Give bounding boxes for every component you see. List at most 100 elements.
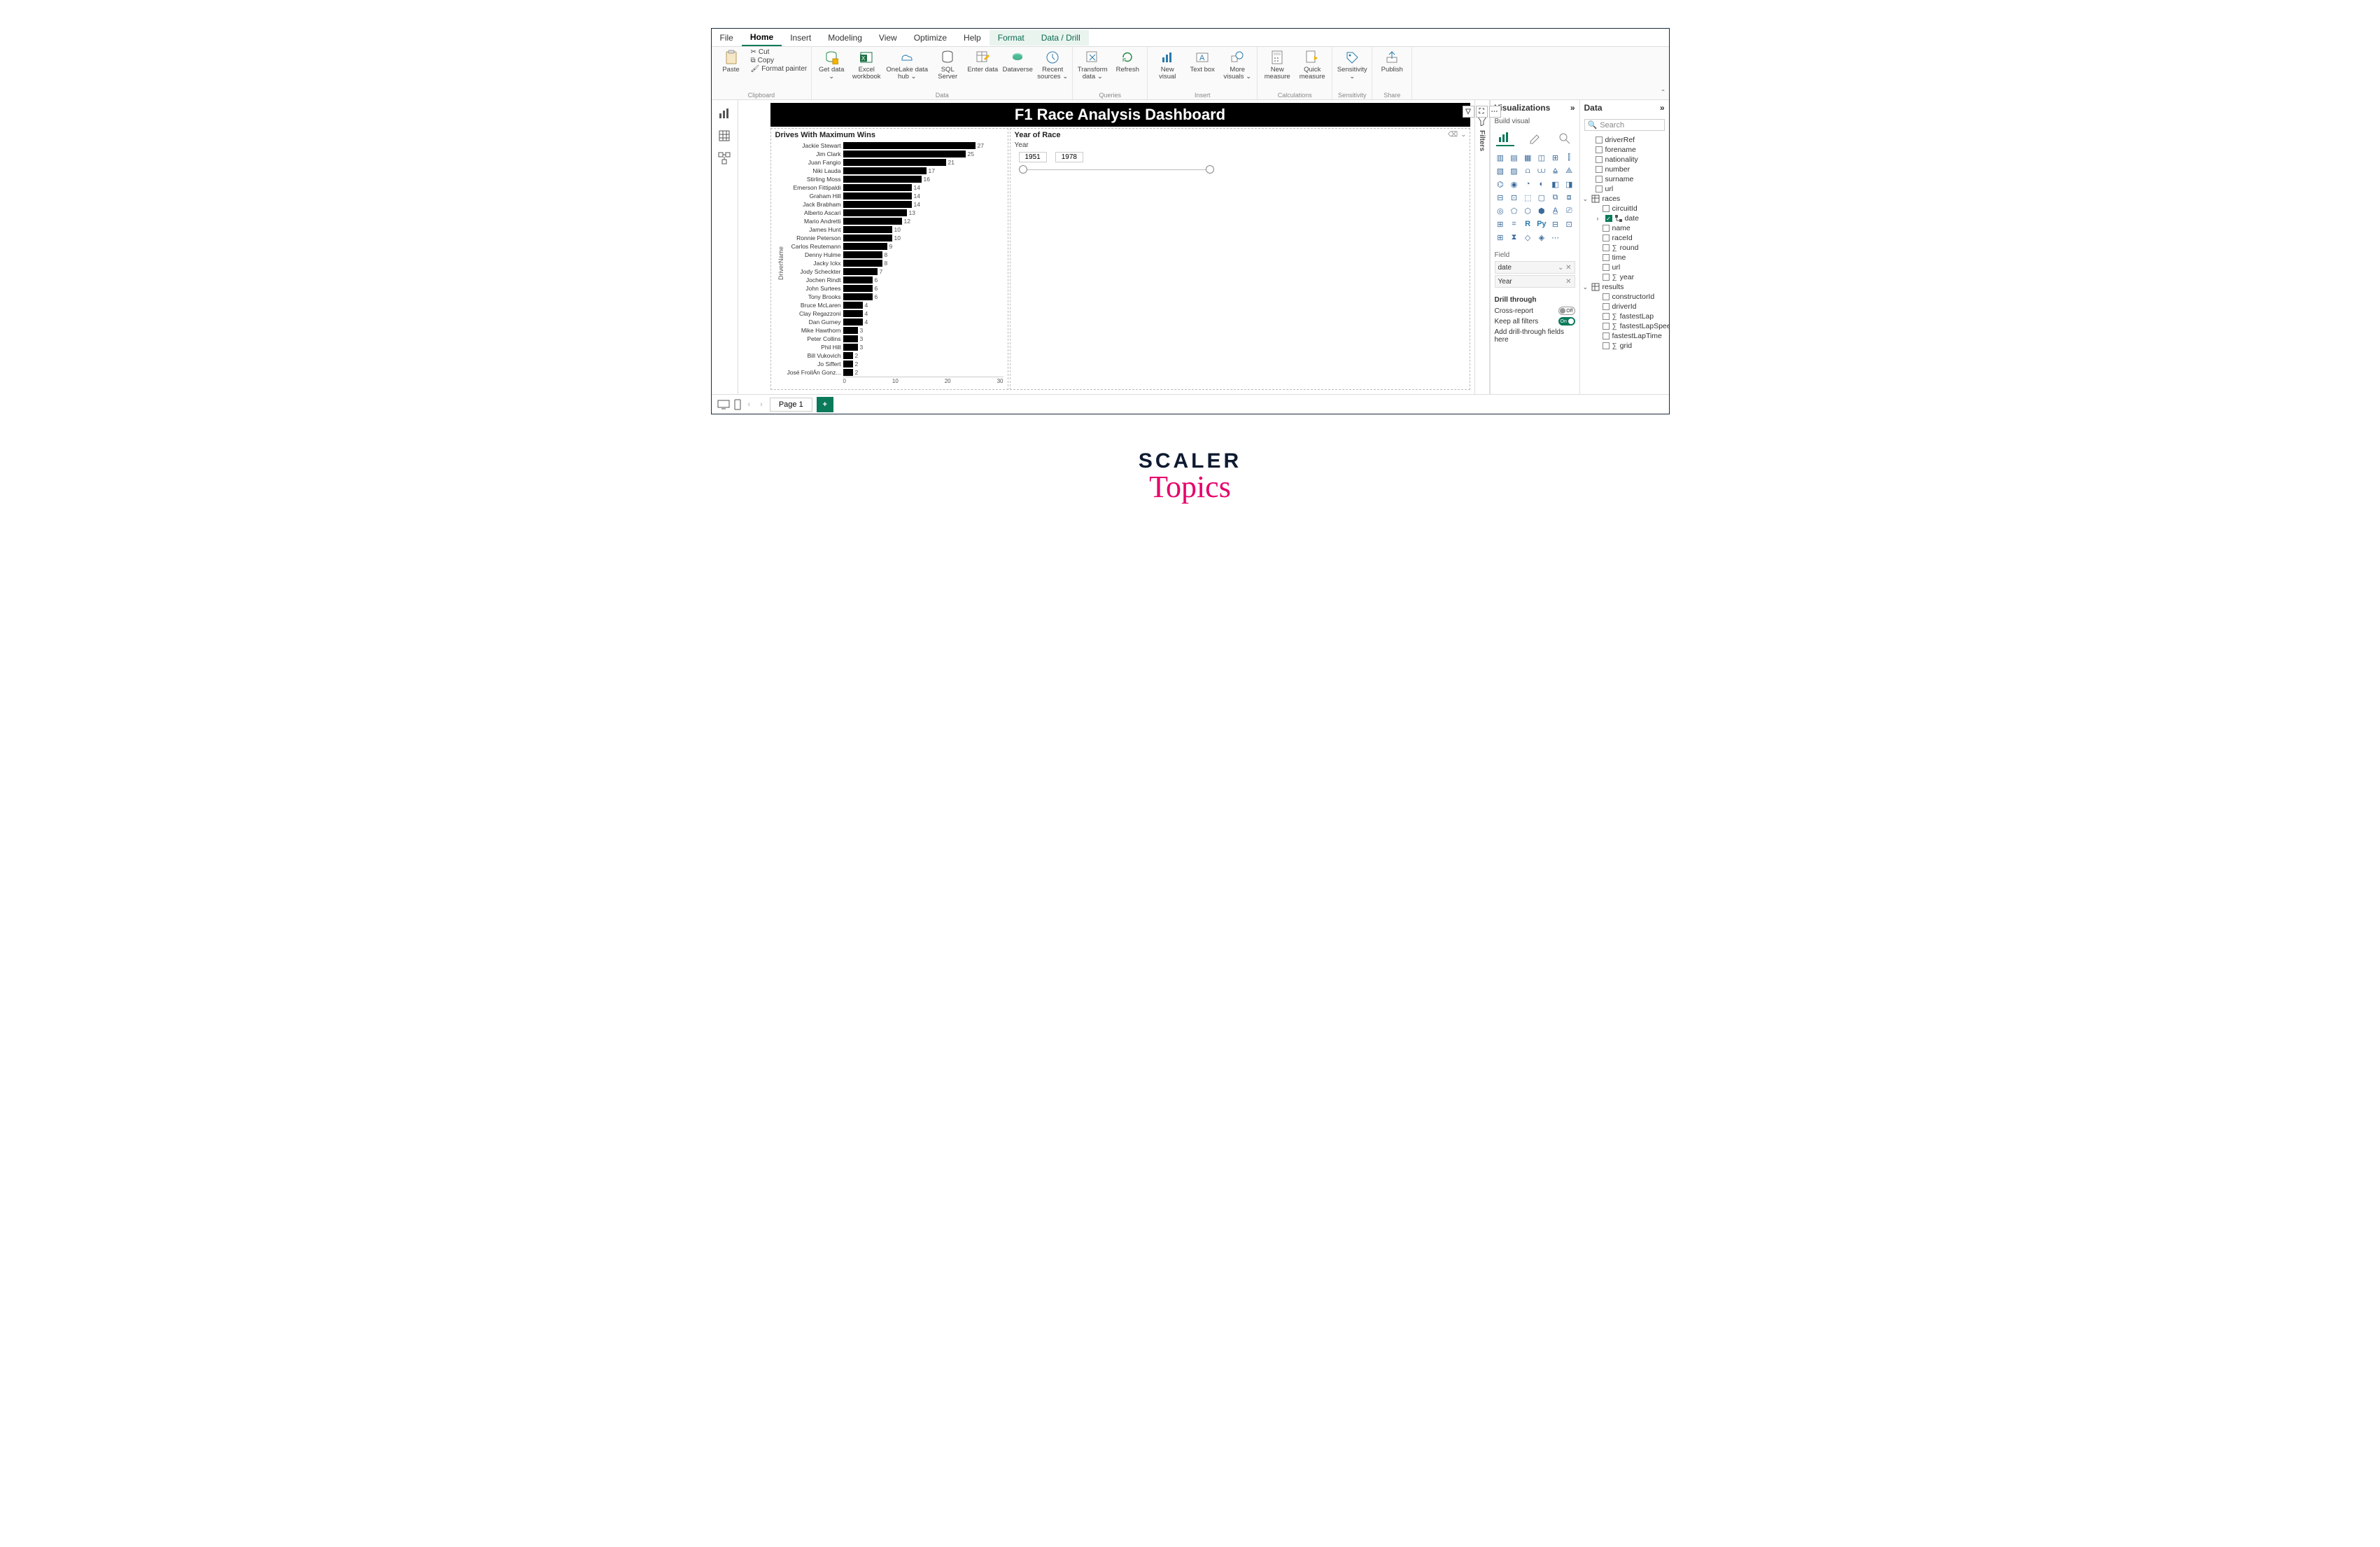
field-item[interactable]: url [1583,184,1666,194]
slider-handle-max[interactable] [1206,165,1214,174]
tab-optimize[interactable]: Optimize [906,30,955,46]
field-item[interactable]: ∑round [1583,243,1666,253]
viz-type-tile[interactable]: ⧗ [1508,232,1520,243]
collapse-pane-icon[interactable]: » [1570,103,1575,113]
report-canvas[interactable]: F1 Race Analysis Dashboard ▽ ⛶ ⋯ Drives … [738,100,1474,394]
tab-format[interactable]: Format [990,30,1033,46]
viz-type-tile[interactable]: ◎ [1495,205,1507,216]
field-item[interactable]: driverRef [1583,135,1666,145]
viz-type-tile[interactable]: ▧ [1495,165,1507,176]
field-item[interactable]: ∑fastestLap [1583,312,1666,321]
viz-type-tile[interactable]: ▦ [1522,152,1534,163]
field-item[interactable]: url [1583,262,1666,272]
field-slot-year[interactable]: Year✕ [1495,275,1575,288]
viz-type-tile[interactable]: ◧ [1549,178,1561,190]
viz-type-tile[interactable]: ⊞ [1549,152,1561,163]
checkbox[interactable] [1603,254,1610,261]
filters-pane-collapsed[interactable]: « Filters [1474,100,1490,394]
model-view-icon[interactable] [718,152,731,164]
viz-type-tile[interactable]: ◉ [1508,178,1520,190]
viz-type-tile[interactable]: ◨ [1563,178,1575,190]
viz-type-tile[interactable]: ⬢ [1535,205,1547,216]
field-item[interactable]: number [1583,164,1666,174]
more-options-icon[interactable]: ⋯ [1489,106,1501,118]
field-item[interactable]: forename [1583,145,1666,155]
field-item[interactable]: driverId [1583,302,1666,312]
viz-type-tile[interactable]: ⬡ [1522,205,1534,216]
analytics-tab[interactable] [1555,130,1573,146]
field-item[interactable]: ∑year [1583,272,1666,282]
clear-filter-icon[interactable]: ⌫ [1448,131,1458,139]
paste-button[interactable]: Paste [716,48,747,74]
checkbox[interactable] [1596,156,1603,163]
viz-type-tile[interactable]: A̲ [1549,205,1561,216]
filter-visual-icon[interactable]: ▽ [1463,106,1474,118]
more-visuals-button[interactable]: More visuals ⌄ [1222,48,1253,80]
checkbox[interactable] [1596,186,1603,192]
add-page-button[interactable]: + [817,397,833,412]
slicer-max-input[interactable]: 1978 [1055,152,1083,162]
tab-home[interactable]: Home [742,29,782,46]
viz-type-tile[interactable]: ▥ [1495,152,1507,163]
field-item[interactable]: nationality [1583,155,1666,164]
build-visual-tab[interactable] [1496,130,1514,146]
quick-measure-button[interactable]: Quick measure [1297,48,1328,80]
mobile-layout-icon[interactable] [734,399,741,410]
excel-button[interactable]: XExcel workbook [851,48,882,80]
drill-through-drop[interactable]: Add drill-through fields here [1495,328,1575,344]
chevron-down-icon[interactable]: ⌄ [1460,131,1466,139]
prev-page-button[interactable]: ‹ [745,400,754,409]
viz-type-tile[interactable]: ▢ [1535,192,1547,203]
table-view-icon[interactable] [718,130,731,142]
page-tab-1[interactable]: Page 1 [770,398,812,412]
viz-type-tile[interactable]: Py [1535,218,1547,230]
onelake-button[interactable]: OneLake data hub ⌄ [886,48,928,80]
checkbox[interactable] [1603,205,1610,212]
viz-type-tile[interactable]: ⊟ [1495,192,1507,203]
ribbon-collapse-button[interactable]: ˆ [1662,88,1665,98]
viz-type-tile[interactable]: ▤ [1508,152,1520,163]
format-visual-tab[interactable] [1526,130,1544,146]
tab-insert[interactable]: Insert [782,30,819,46]
collapse-pane-icon[interactable]: » [1660,103,1665,113]
enter-data-button[interactable]: Enter data [967,48,998,74]
viz-type-tile[interactable]: ⩠ [1549,165,1561,176]
slicer-visual[interactable]: ⌫ ⌄ Year of Race Year 1951 1978 [1010,128,1470,390]
viz-type-tile[interactable]: ⊞ [1495,218,1507,230]
viz-type-tile[interactable]: ⟁ [1563,165,1575,176]
keep-filters-toggle[interactable]: On [1558,317,1575,326]
viz-type-tile[interactable]: ⩍ [1522,165,1534,176]
format-painter-button[interactable]: 🖌Format painter [751,65,808,73]
viz-type-tile[interactable]: ⊡ [1508,192,1520,203]
publish-button[interactable]: Publish [1376,48,1407,74]
viz-type-tile[interactable]: R [1522,218,1534,230]
new-measure-button[interactable]: New measure [1262,48,1293,80]
viz-type-tile[interactable]: ◔ [1522,178,1534,190]
viz-type-tile[interactable]: ⬚ [1522,192,1534,203]
sql-server-button[interactable]: SQL Server [932,48,963,80]
field-item[interactable]: ∑grid [1583,341,1666,351]
next-page-button[interactable]: › [757,400,766,409]
checkbox[interactable] [1603,323,1610,330]
bar-chart-visual[interactable]: Drives With Maximum Wins DriverName Jack… [770,128,1008,390]
search-input[interactable]: 🔍 Search [1584,119,1665,131]
checkbox[interactable] [1603,264,1610,271]
field-item[interactable]: fastestLapTime [1583,331,1666,341]
focus-mode-icon[interactable]: ⛶ [1476,106,1488,118]
viz-type-tile[interactable]: ⫿ [1563,152,1575,163]
report-view-icon[interactable] [718,107,731,120]
tab-view[interactable]: View [871,30,906,46]
field-item[interactable]: constructorId [1583,292,1666,302]
tab-data-drill[interactable]: Data / Drill [1033,30,1089,46]
checkbox[interactable] [1603,342,1610,349]
checkbox[interactable] [1596,166,1603,173]
cross-report-toggle[interactable]: Off [1558,307,1575,315]
field-item[interactable]: circuitId [1583,204,1666,214]
viz-type-tile[interactable]: ⊞ [1495,232,1507,243]
checkbox[interactable] [1596,146,1603,153]
viz-type-tile[interactable]: ⩊ [1535,165,1547,176]
slicer-slider[interactable] [1020,169,1213,170]
viz-type-tile[interactable]: ⌗ [1508,218,1520,230]
viz-type-tile[interactable]: ⎚ [1563,205,1575,216]
field-item[interactable]: ∑fastestLapSpeed [1583,321,1666,331]
